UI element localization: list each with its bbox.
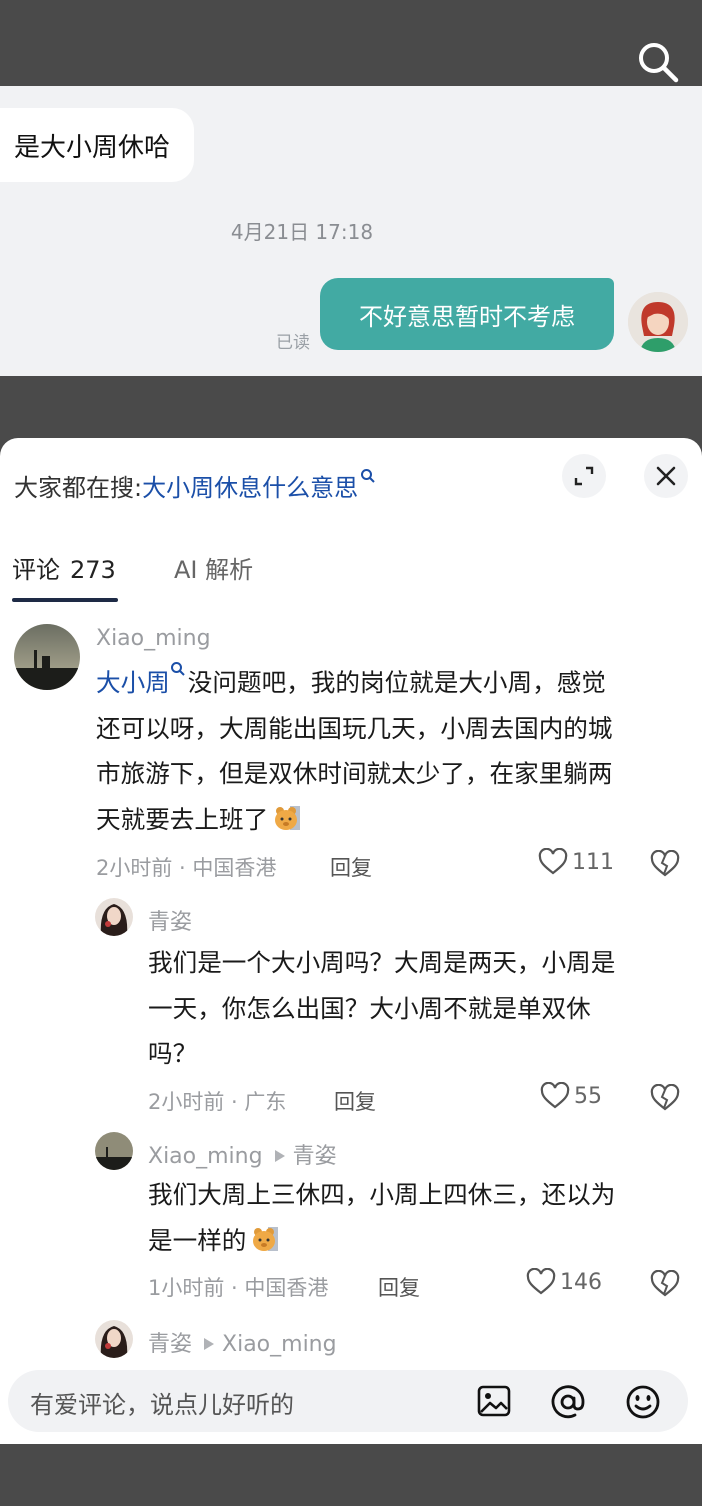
tab-underline [12,598,118,602]
expand-button[interactable] [562,454,606,498]
comment-keyword[interactable]: 大小周 [96,668,170,697]
reply-button[interactable]: 回复 [334,1086,376,1116]
trending-search-prefix: 大家都在搜: [14,474,143,502]
reply-arrow-icon [204,1338,215,1350]
reply-target[interactable]: 青姿 [293,1144,337,1169]
at-icon[interactable] [549,1384,587,1420]
comment-time-location: 1小时前 · 中国香港 [148,1276,329,1300]
search-icon [170,662,185,676]
divider [0,376,702,438]
bottom-bar [0,1444,702,1506]
search-icon [361,469,375,483]
dislike-icon[interactable] [650,1270,680,1298]
heart-icon [538,848,568,875]
like-count: 146 [560,1269,602,1295]
top-bar [0,0,702,86]
comment-text: 我们是一个大小周吗？大周是两天，小周是 一天，你怎么出国？大小周不就是单双休 吗… [148,948,616,1068]
comment-time-location: 2小时前 · 广东 [148,1090,287,1114]
emoji-icon[interactable] [624,1384,662,1420]
avatar[interactable] [95,1132,133,1170]
bear-sticker-icon [275,805,301,830]
comment-count: 273 [70,556,116,584]
avatar[interactable] [95,1320,133,1358]
reply-arrow-icon [274,1150,285,1162]
reply-button[interactable]: 回复 [378,1272,420,1302]
heart-icon [526,1268,556,1295]
comment-username[interactable]: 青姿 Xiao_ming [148,1326,337,1358]
avatar[interactable] [14,624,80,690]
tab-ai-analysis[interactable]: AI 解析 [174,550,253,585]
trending-search-link[interactable]: 大小周休息什么意思 [142,474,358,502]
message-timestamp: 4月21日 17:18 [230,220,374,244]
comment-username[interactable]: Xiao_ming 青姿 [148,1138,337,1170]
reply-target[interactable]: Xiao_ming [222,1332,337,1357]
avatar[interactable] [95,898,133,936]
comment-input-bar[interactable]: 有爱评论，说点儿好听的 [8,1370,688,1432]
close-icon [656,466,676,486]
expand-icon [574,466,594,486]
comment-username[interactable]: 青姿 [148,904,192,936]
like-button[interactable]: 55 [540,1082,602,1110]
read-status: 已读 [276,333,310,353]
dislike-icon[interactable] [650,1084,680,1112]
comment-input[interactable]: 有爱评论，说点儿好听的 [30,1385,294,1420]
comment-text: 大小周 没问题吧，我的岗位就是大小周，感觉 还可以呀，大周能出国玩几天，小周去国内… [96,660,686,842]
bear-sticker-icon [253,1226,279,1251]
like-button[interactable]: 146 [526,1268,602,1296]
tab-comments-label: 评论 [12,556,60,584]
avatar[interactable] [628,292,688,352]
like-button[interactable]: 111 [538,848,614,876]
search-icon[interactable] [636,40,680,84]
comment-text: 我们大周上三休四，小周上四休三，还以为 是一样的 [148,1180,616,1255]
comments-panel: 大家都在搜:大小周休息什么意思 评论 273 AI 解析 Xiao_ming 大小… [0,438,702,1444]
heart-icon [540,1082,570,1109]
reply-button[interactable]: 回复 [330,852,372,882]
like-count: 111 [572,849,614,875]
trending-search[interactable]: 大家都在搜:大小周休息什么意思 [14,468,376,503]
chat-area: 是大小周休哈 4月21日 17:18 不好意思暂时不考虑 已读 [0,86,702,376]
tab-comments[interactable]: 评论 273 [12,550,116,585]
image-icon[interactable] [476,1384,512,1418]
comment-username[interactable]: Xiao_ming [96,626,211,651]
like-count: 55 [574,1083,602,1109]
comment-time-location: 2小时前 · 中国香港 [96,856,277,880]
close-button[interactable] [644,454,688,498]
dislike-icon[interactable] [650,850,680,878]
incoming-message: 是大小周休哈 [0,108,195,182]
outgoing-message: 不好意思暂时不考虑 [320,278,614,350]
